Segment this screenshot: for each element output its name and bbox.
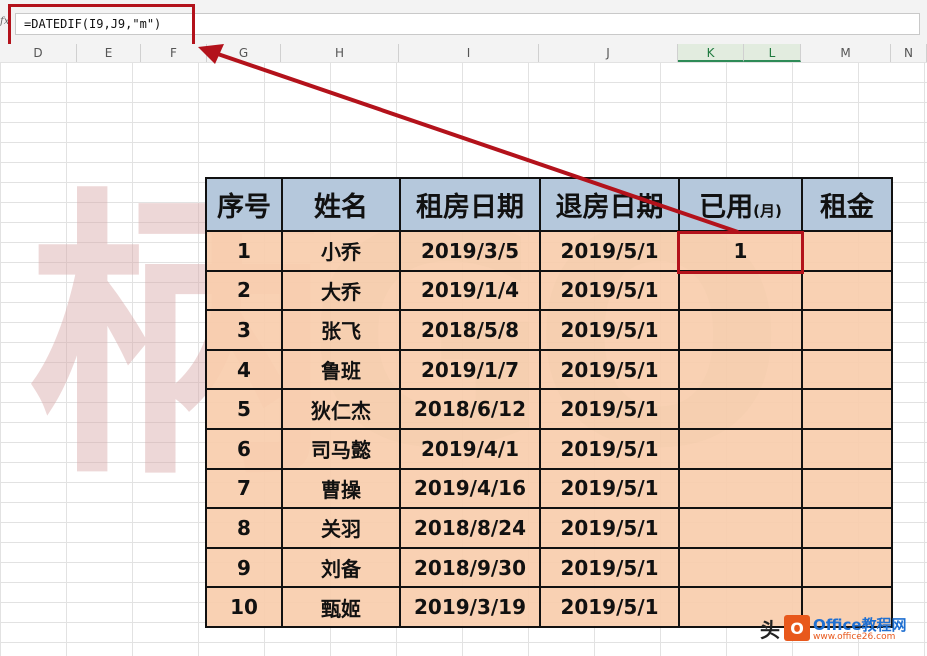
column-header-l[interactable]: L — [744, 44, 801, 62]
cell-checkout-date[interactable]: 2019/5/1 — [539, 348, 680, 391]
cell-months-used[interactable] — [678, 269, 803, 312]
header-rent-date[interactable]: 租房日期 — [399, 177, 541, 232]
cell-name[interactable]: 关羽 — [281, 507, 401, 549]
column-header-k[interactable]: K — [678, 44, 744, 62]
cell-index[interactable]: 10 — [205, 586, 283, 628]
table-row: 7 曹操 2019/4/16 2019/5/1 — [205, 467, 893, 510]
cell-months-used[interactable]: 1 — [678, 230, 803, 272]
cell-checkout-date[interactable]: 2019/5/1 — [539, 388, 680, 430]
cell-name[interactable]: 曹操 — [281, 467, 401, 510]
cell-checkout-date[interactable]: 2019/5/1 — [539, 230, 680, 272]
cell-index[interactable]: 3 — [205, 309, 283, 351]
cell-name[interactable]: 刘备 — [281, 546, 401, 589]
cell-months-used[interactable] — [678, 467, 803, 510]
cell-rent[interactable] — [801, 348, 893, 391]
cell-name[interactable]: 甄姬 — [281, 586, 401, 628]
cell-months-used[interactable] — [678, 546, 803, 589]
cell-name[interactable]: 鲁班 — [281, 348, 401, 391]
cell-months-used[interactable] — [678, 427, 803, 470]
cell-rent[interactable] — [801, 269, 893, 312]
cell-rent-date[interactable]: 2019/4/1 — [399, 427, 541, 470]
cell-rent-date[interactable]: 2018/8/24 — [399, 507, 541, 549]
cell-rent-date[interactable]: 2019/1/7 — [399, 348, 541, 391]
column-header-e[interactable]: E — [77, 44, 141, 62]
cell-rent[interactable] — [801, 507, 893, 549]
table-row: 1 小乔 2019/3/5 2019/5/1 1 — [205, 230, 893, 272]
cell-rent-date[interactable]: 2019/3/19 — [399, 586, 541, 628]
cell-index[interactable]: 8 — [205, 507, 283, 549]
table-row: 9 刘备 2018/9/30 2019/5/1 — [205, 546, 893, 589]
table-row: 2 大乔 2019/1/4 2019/5/1 — [205, 269, 893, 312]
table-row: 6 司马懿 2019/4/1 2019/5/1 — [205, 427, 893, 470]
cell-rent-date[interactable]: 2019/4/16 — [399, 467, 541, 510]
column-header-f[interactable]: F — [141, 44, 207, 62]
header-unit: (月) — [753, 202, 782, 220]
cell-index[interactable]: 1 — [205, 230, 283, 272]
cell-months-used[interactable] — [678, 388, 803, 430]
cell-months-used[interactable] — [678, 309, 803, 351]
header-index[interactable]: 序号 — [205, 177, 283, 232]
cell-name[interactable]: 小乔 — [281, 230, 401, 272]
header-checkout-date[interactable]: 退房日期 — [539, 177, 680, 232]
cell-index[interactable]: 7 — [205, 467, 283, 510]
formula-bar: fx =DATEDIF(I9,J9,"m") — [0, 0, 927, 45]
logo-text-group: Office教程网 www.office26.com — [813, 614, 907, 642]
cell-checkout-date[interactable]: 2019/5/1 — [539, 546, 680, 589]
header-months-used-label: 已用 — [699, 192, 754, 223]
cell-index[interactable]: 4 — [205, 348, 283, 391]
cell-rent-date[interactable]: 2019/3/5 — [399, 230, 541, 272]
cell-rent[interactable] — [801, 388, 893, 430]
column-header-g[interactable]: G — [207, 44, 281, 62]
cell-rent[interactable] — [801, 309, 893, 351]
logo-url: www.office26.com — [813, 632, 896, 642]
cell-name[interactable]: 张飞 — [281, 309, 401, 351]
table-row: 8 关羽 2018/8/24 2019/5/1 — [205, 507, 893, 549]
table-row: 5 狄仁杰 2018/6/12 2019/5/1 — [205, 388, 893, 430]
cell-index[interactable]: 2 — [205, 269, 283, 312]
office-logo-icon: O — [784, 615, 810, 641]
cell-rent[interactable] — [801, 230, 893, 272]
fx-icon[interactable]: fx — [0, 16, 9, 27]
column-header-j[interactable]: J — [539, 44, 678, 62]
column-header-h[interactable]: H — [281, 44, 399, 62]
column-header-i[interactable]: I — [399, 44, 539, 62]
column-header-row: D E F G H I J K L M N — [0, 44, 927, 63]
column-header-m[interactable]: M — [801, 44, 891, 62]
column-header-n[interactable]: N — [891, 44, 927, 62]
formula-input[interactable]: =DATEDIF(I9,J9,"m") — [15, 13, 920, 35]
cell-rent[interactable] — [801, 427, 893, 470]
cell-index[interactable]: 5 — [205, 388, 283, 430]
cell-checkout-date[interactable]: 2019/5/1 — [539, 427, 680, 470]
cell-rent[interactable] — [801, 467, 893, 510]
table-header-row: 序号 姓名 租房日期 退房日期 已用(月) 租金 — [205, 177, 893, 232]
header-rent[interactable]: 租金 — [801, 177, 893, 232]
cell-months-used[interactable] — [678, 348, 803, 391]
cell-name[interactable]: 司马懿 — [281, 427, 401, 470]
cell-index[interactable]: 6 — [205, 427, 283, 470]
cell-checkout-date[interactable]: 2019/5/1 — [539, 586, 680, 628]
logo-prefix: 头 — [760, 617, 780, 642]
cell-name[interactable]: 大乔 — [281, 269, 401, 312]
table-row: 3 张飞 2018/5/8 2019/5/1 — [205, 309, 893, 351]
header-months-used[interactable]: 已用(月) — [678, 177, 803, 232]
cell-rent[interactable] — [801, 546, 893, 589]
cell-index[interactable]: 9 — [205, 546, 283, 589]
cell-checkout-date[interactable]: 2019/5/1 — [539, 269, 680, 312]
site-logo: 头 O Office教程网 www.office26.com — [760, 612, 907, 644]
cell-months-used[interactable] — [678, 507, 803, 549]
header-name[interactable]: 姓名 — [281, 177, 401, 232]
rental-table: 序号 姓名 租房日期 退房日期 已用(月) 租金 1 小乔 2019/3/5 2… — [205, 177, 893, 628]
cell-rent-date[interactable]: 2018/5/8 — [399, 309, 541, 351]
column-header-d[interactable]: D — [0, 44, 77, 62]
cell-rent-date[interactable]: 2018/9/30 — [399, 546, 541, 589]
cell-rent-date[interactable]: 2018/6/12 — [399, 388, 541, 430]
cell-checkout-date[interactable]: 2019/5/1 — [539, 467, 680, 510]
formula-text: =DATEDIF(I9,J9,"m") — [24, 17, 162, 31]
table-row: 4 鲁班 2019/1/7 2019/5/1 — [205, 348, 893, 391]
cell-rent-date[interactable]: 2019/1/4 — [399, 269, 541, 312]
cell-checkout-date[interactable]: 2019/5/1 — [539, 507, 680, 549]
cell-name[interactable]: 狄仁杰 — [281, 388, 401, 430]
cell-checkout-date[interactable]: 2019/5/1 — [539, 309, 680, 351]
